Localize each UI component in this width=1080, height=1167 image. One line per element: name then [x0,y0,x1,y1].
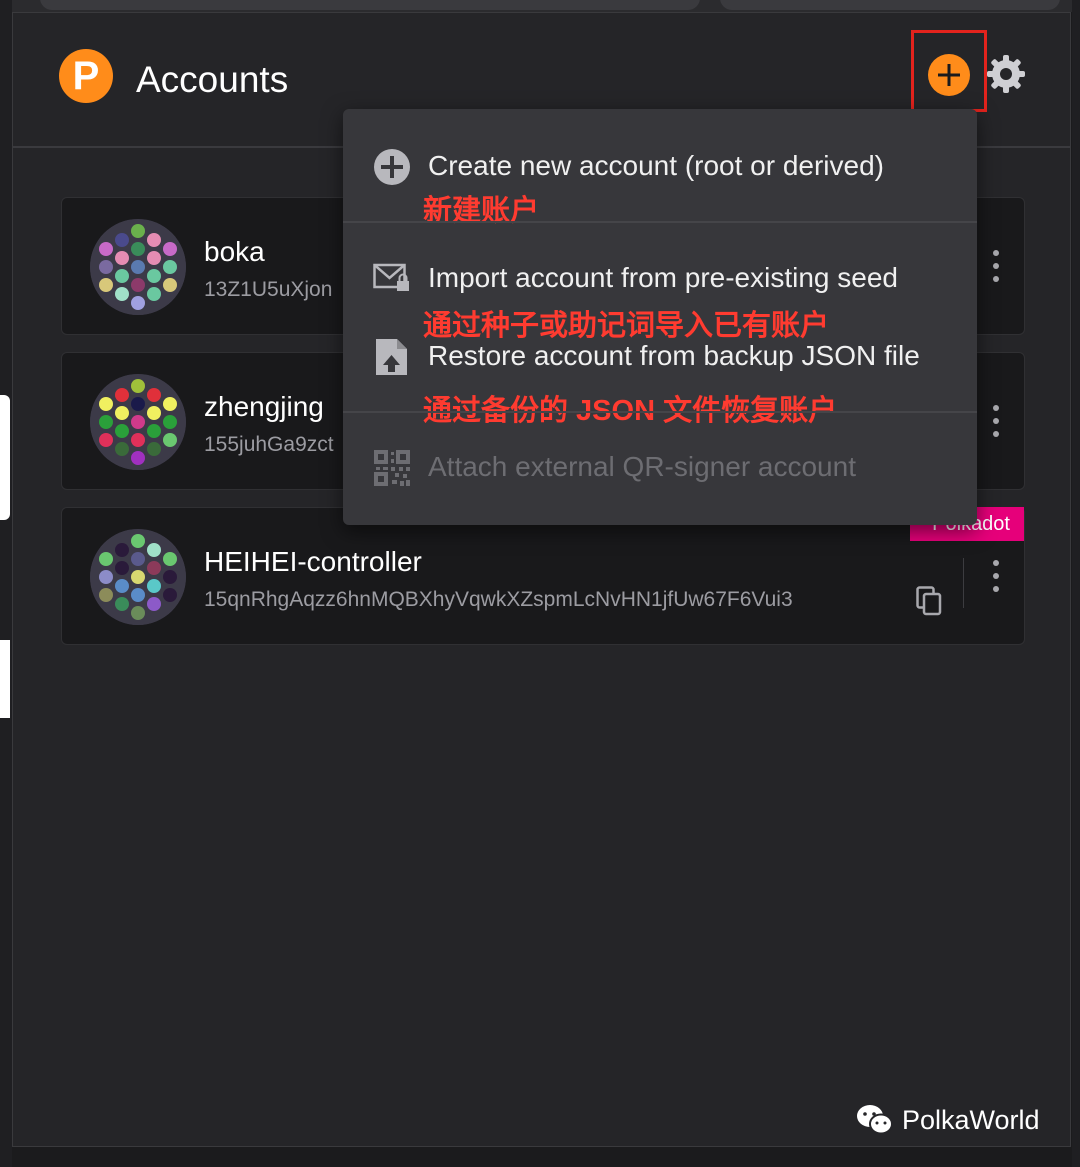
account-name: boka [204,236,265,267]
add-account-menu: Create new account (root or derived) 新建账… [343,109,977,525]
menu-item-attach-qr-signer[interactable]: Attach external QR-signer account [343,413,977,525]
menu-item-label: Restore account from backup JSON file [428,340,920,371]
identicon-avatar [90,219,186,315]
polkadot-logo-icon: P [59,49,113,103]
page-title: Accounts [136,59,289,100]
menu-item-create-account[interactable]: Create new account (root or derived) 新建账… [343,109,977,227]
wechat-icon [857,1105,893,1135]
plus-circle-icon [374,149,410,185]
account-address: 15qnRhgAqzz6hnMQBXhyVqwkXZspmLcNvHN1jfUw… [204,588,793,611]
qr-code-icon [374,450,410,486]
background-fragment [0,395,10,520]
background-page-edge [0,0,12,1167]
browser-chrome-strip [0,0,1080,12]
identicon-avatar [90,374,186,470]
copy-icon[interactable] [916,586,942,616]
browser-address-bar [720,0,1060,10]
menu-item-restore-json[interactable]: Restore account from backup JSON file 通过… [343,331,977,427]
background-fragment [0,640,10,718]
identicon-avatar [90,529,186,625]
watermark: PolkaWorld [856,1103,1040,1137]
divider [963,558,964,608]
watermark-text: PolkaWorld [902,1104,1040,1135]
menu-item-label: Import account from pre-existing seed [428,262,898,293]
background-page-edge-right [1072,0,1080,1167]
accounts-popup: P Accounts boka 13Z1U5uXjon zhengjing 15… [12,12,1071,1147]
more-options-icon[interactable] [992,250,1000,286]
more-options-icon[interactable] [992,405,1000,441]
more-options-icon[interactable] [992,560,1000,596]
account-address: 155juhGa9zct [204,433,334,456]
menu-item-import-seed[interactable]: Import account from pre-existing seed 通过… [343,223,977,342]
plus-icon [938,64,960,86]
menu-item-label: Create new account (root or derived) [428,150,884,181]
account-name: HEIHEI-controller [204,546,422,577]
add-account-button[interactable] [928,54,970,96]
browser-tab [40,0,700,10]
account-name: zhengjing [204,391,324,422]
menu-item-label: Attach external QR-signer account [428,451,856,482]
file-upload-icon [376,339,407,375]
envelope-lock-icon [373,263,409,291]
account-card-heihei-controller[interactable]: Polkadot HEIHEI-controller 15qnRhgAqzz6h… [61,507,1025,645]
settings-gear-icon[interactable] [985,53,1027,95]
account-address: 13Z1U5uXjon [204,278,333,301]
